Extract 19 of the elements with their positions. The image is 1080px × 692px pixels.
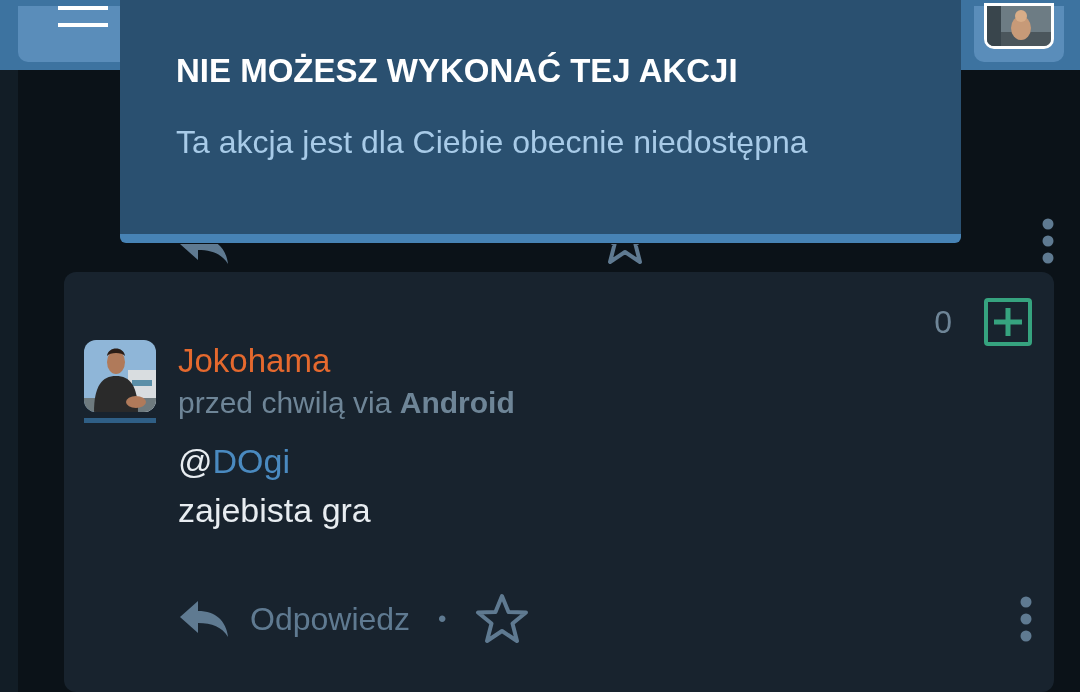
menu-icon — [58, 6, 108, 28]
toast-title: NIE MOŻESZ WYKONAĆ TEJ AKCJI — [176, 52, 739, 90]
avatar-underline — [84, 418, 156, 423]
plus-icon — [994, 308, 1022, 336]
separator-dot: • — [438, 605, 447, 633]
more-icon[interactable] — [1020, 596, 1032, 642]
author-name[interactable]: Jokohama — [178, 342, 515, 380]
at-sign: @ — [178, 442, 213, 480]
reply-link[interactable]: Odpowiedz — [250, 600, 411, 638]
more-icon[interactable] — [1042, 218, 1054, 264]
reply-icon — [178, 244, 230, 264]
vote-count: 0 — [934, 303, 952, 341]
mention-link[interactable]: DOgi — [212, 442, 290, 480]
comment-meta: przed chwilą via Android — [178, 386, 515, 420]
comment-text: zajebista gra — [178, 491, 372, 530]
toast-message: Ta akcja jest dla Ciebie obecnie niedostępna — [176, 124, 809, 161]
reply-icon — [178, 599, 230, 639]
user-avatar-button[interactable] — [974, 6, 1064, 62]
upvote-button[interactable] — [984, 298, 1032, 346]
